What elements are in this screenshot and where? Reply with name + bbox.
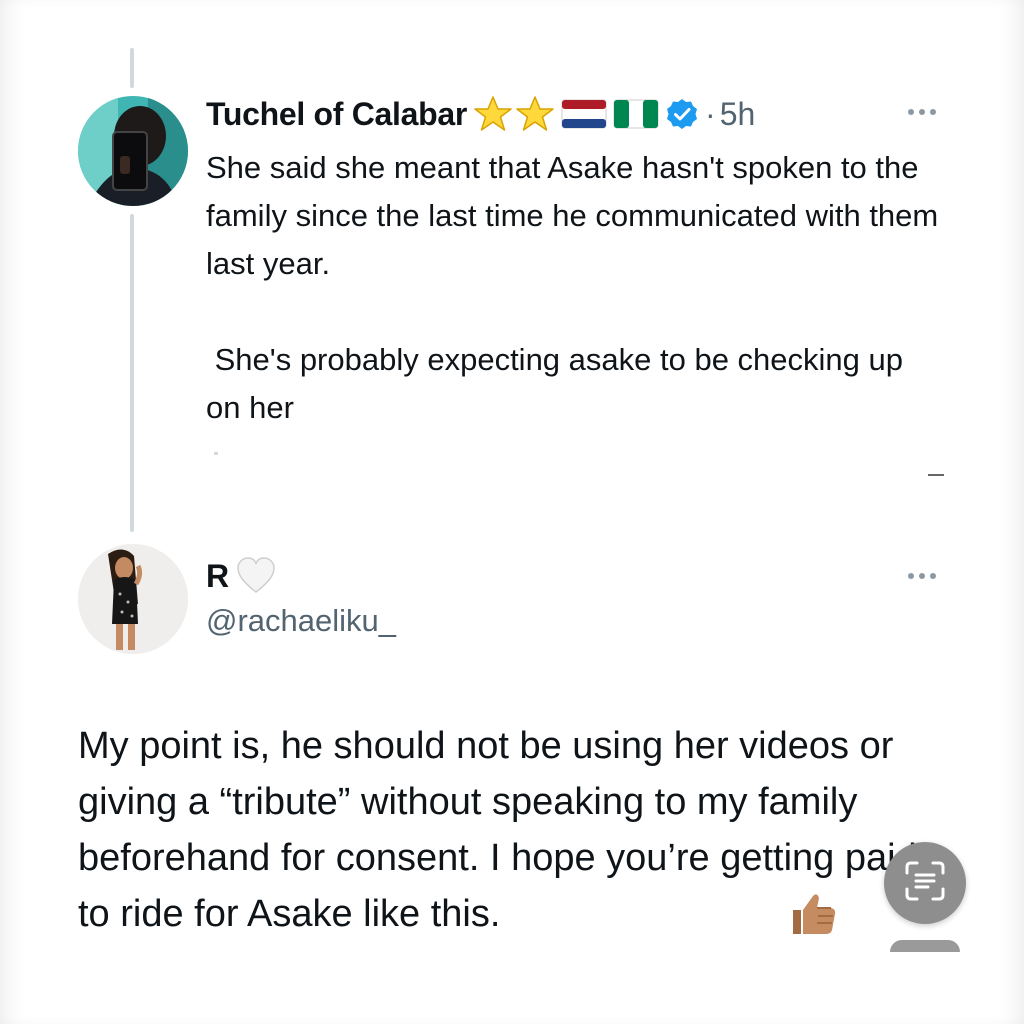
display-name[interactable]: R: [206, 558, 229, 595]
text-scan-button[interactable]: [884, 842, 966, 924]
timestamp[interactable]: 5h: [720, 96, 756, 133]
more-horizontal-icon: [908, 573, 914, 579]
thread-line-bottom: [130, 214, 134, 532]
reply-tweet-header: R: [206, 554, 277, 598]
parent-tweet-header: Tuchel of Calabar · 5h: [206, 90, 755, 138]
avatar-rachaeliku[interactable]: [78, 544, 188, 654]
verified-badge-icon[interactable]: [665, 97, 699, 131]
star-emoji: [473, 94, 513, 134]
white-heart-emoji: [235, 556, 277, 596]
separator-dot: ·: [705, 95, 716, 132]
text-scan-icon: [903, 859, 947, 908]
thumbs-up-emoji: [787, 888, 839, 945]
avatar-tuchel[interactable]: [78, 96, 188, 206]
parent-tweet-text: She said she meant that Asake hasn't spo…: [206, 150, 939, 425]
handle[interactable]: @rachaeliku_: [206, 603, 396, 639]
floating-action-button[interactable]: [890, 940, 960, 952]
more-options-button[interactable]: [908, 573, 936, 579]
netherlands-flag-emoji: [561, 98, 607, 130]
display-name[interactable]: Tuchel of Calabar: [206, 96, 467, 133]
cropped-content-edge: [928, 474, 944, 476]
cropped-content-edge: [214, 452, 218, 455]
more-horizontal-icon: [908, 109, 914, 115]
thread-line-top: [130, 48, 134, 88]
nigeria-flag-emoji: [613, 98, 659, 130]
star-emoji: [515, 94, 555, 134]
more-options-button[interactable]: [908, 109, 936, 115]
